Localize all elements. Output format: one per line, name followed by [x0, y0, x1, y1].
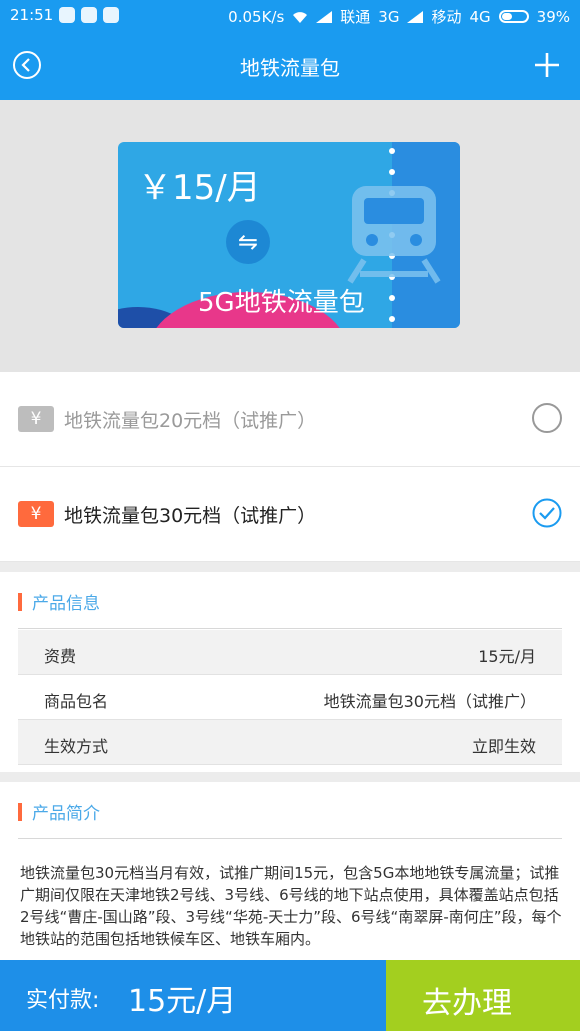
yuan-tag-icon: ¥ [18, 501, 54, 527]
train-icon [347, 186, 441, 284]
info-row-effective: 生效方式 立即生效 [18, 720, 562, 765]
section-divider [0, 562, 580, 572]
product-intro-title: 产品简介 [18, 799, 100, 824]
signal-icon-2 [407, 10, 424, 23]
status-bar: 21:51 0.05K/s 联通 3G 移动 4G 39% [0, 0, 580, 32]
battery-icon [498, 10, 529, 23]
divider [18, 838, 562, 839]
option-label: 地铁流量包30元档（试推广） [64, 505, 317, 527]
payment-summary: 实付款: 15元/月 [0, 960, 386, 1031]
info-value: 地铁流量包30元档（试推广） [323, 692, 536, 711]
option-label: 地铁流量包20元档（试推广） [64, 410, 317, 432]
carrier-2: 移动 [431, 8, 462, 26]
network-type-1: 3G [378, 7, 400, 26]
banner-package-name: 5G地铁流量包 [198, 288, 365, 318]
pay-label: 实付款: [26, 988, 100, 1013]
info-key: 资费 [44, 647, 77, 666]
confirm-label: 去办理 [422, 986, 512, 1021]
page-title: 地铁流量包 [240, 56, 340, 80]
status-time: 21:51 [10, 6, 54, 24]
signal-icon [316, 10, 333, 23]
confirm-button[interactable]: 去办理 [386, 960, 580, 1031]
info-row-package-name: 商品包名 地铁流量包30元档（试推广） [18, 675, 562, 720]
info-value: 立即生效 [471, 737, 536, 756]
section-title-text: 产品简介 [32, 804, 100, 824]
banner-price: ￥15/月 [138, 168, 261, 208]
option-30-yuan[interactable]: ¥ 地铁流量包30元档（试推广） [0, 467, 580, 562]
info-row-fee: 资费 15元/月 [18, 630, 562, 675]
network-type-2: 4G [469, 7, 491, 26]
sim-icon [59, 7, 76, 23]
sim-icon-2 [81, 7, 98, 23]
phone-app-icon [103, 7, 120, 23]
plus-icon[interactable] [532, 50, 562, 80]
yuan-tag-icon: ¥ [18, 406, 54, 432]
pay-amount: 15元/月 [128, 984, 237, 1019]
info-value: 15元/月 [478, 647, 536, 666]
package-ticket-banner: ￥15/月 ⇋ 5G地铁流量包 [118, 142, 460, 328]
battery-level: 39% [536, 7, 570, 26]
radio-checked-icon[interactable] [532, 498, 562, 528]
radio-unchecked-icon[interactable] [532, 403, 562, 433]
section-title-text: 产品信息 [32, 594, 100, 614]
title-bar: 地铁流量包 [0, 32, 580, 100]
product-intro-text: 地铁流量包30元档当月有效，试推广期间15元，包含5G本地地铁专属流量；试推广期… [20, 864, 562, 948]
option-20-yuan[interactable]: ¥ 地铁流量包20元档（试推广） [0, 372, 580, 467]
section-divider [0, 772, 580, 782]
section-accent-bar [18, 802, 22, 821]
carrier-1: 联通 [340, 8, 371, 26]
section-accent-bar [18, 592, 22, 611]
swap-icon: ⇋ [226, 220, 270, 264]
net-speed: 0.05K/s [228, 7, 285, 26]
wifi-icon [293, 11, 308, 23]
info-key: 生效方式 [44, 737, 109, 756]
info-key: 商品包名 [44, 692, 109, 711]
divider [18, 628, 562, 629]
bottom-bar: 实付款: 15元/月 去办理 [0, 960, 580, 1031]
product-info-title: 产品信息 [18, 589, 100, 614]
